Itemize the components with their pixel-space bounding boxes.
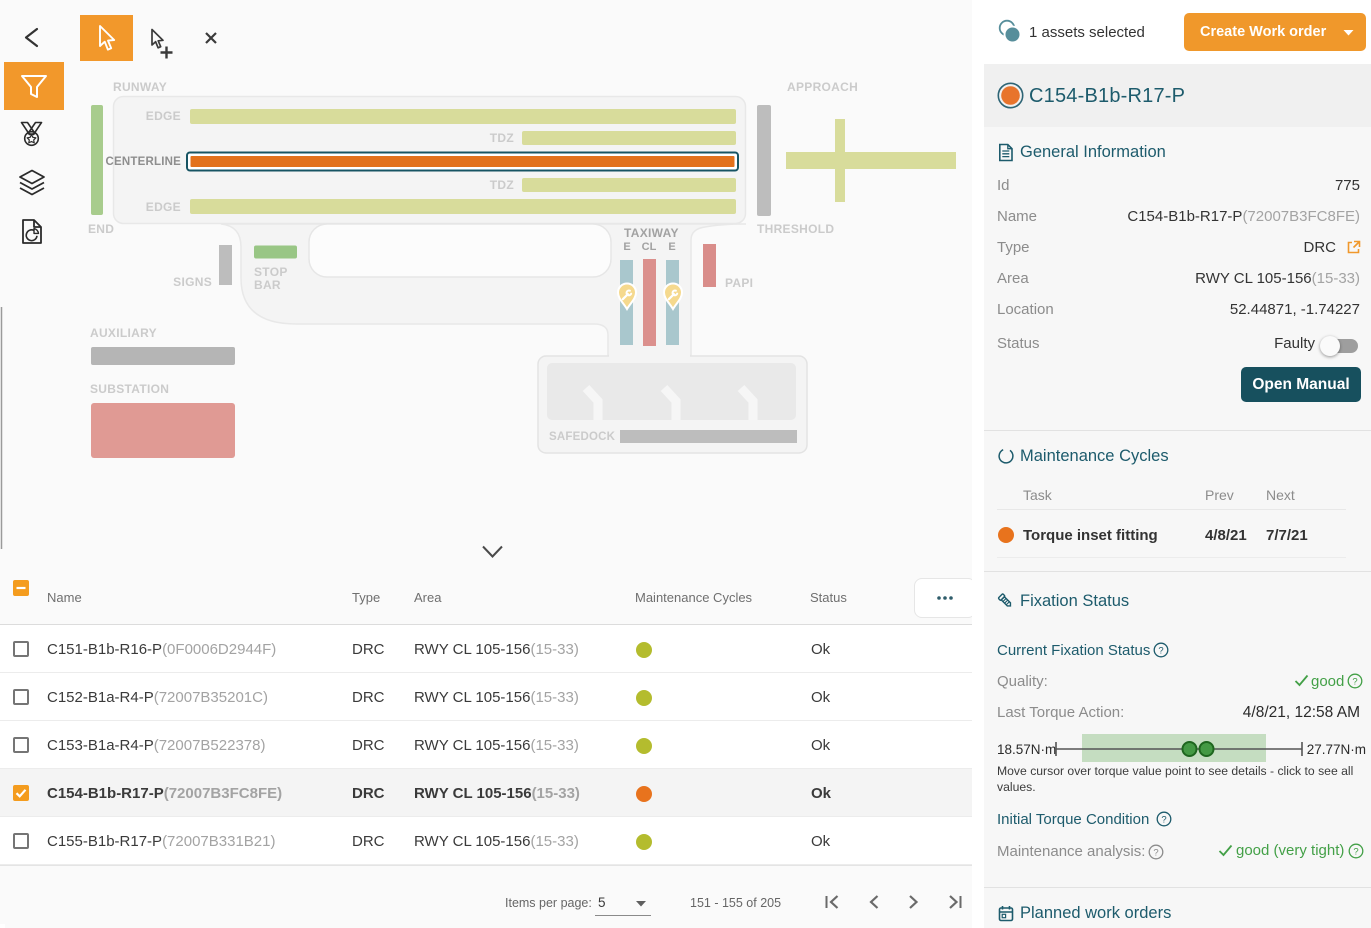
svg-text:?: ?: [1353, 846, 1358, 857]
svg-text:AUXILIARY: AUXILIARY: [90, 326, 157, 340]
svg-text:E: E: [623, 241, 630, 253]
svg-text:TDZ: TDZ: [490, 178, 514, 192]
svg-text:SAFEDOCK: SAFEDOCK: [549, 431, 616, 443]
svg-text:THRESHOLD: THRESHOLD: [757, 222, 834, 236]
svg-text:?: ?: [1161, 814, 1166, 825]
svg-text:SUBSTATION: SUBSTATION: [90, 382, 169, 396]
svg-text:STOP: STOP: [254, 265, 288, 279]
svg-text:TDZ: TDZ: [490, 131, 514, 145]
svg-text:APPROACH: APPROACH: [787, 80, 858, 94]
svg-text:BAR: BAR: [254, 278, 281, 292]
svg-text:?: ?: [1352, 676, 1357, 687]
svg-text:SIGNS: SIGNS: [173, 275, 212, 289]
svg-text:CL: CL: [642, 241, 657, 253]
svg-text:PAPI: PAPI: [725, 276, 753, 290]
svg-text:E: E: [668, 241, 675, 253]
svg-text:?: ?: [1158, 645, 1163, 656]
svg-text:TAXIWAY: TAXIWAY: [624, 226, 679, 240]
svg-text:?: ?: [1153, 847, 1158, 858]
